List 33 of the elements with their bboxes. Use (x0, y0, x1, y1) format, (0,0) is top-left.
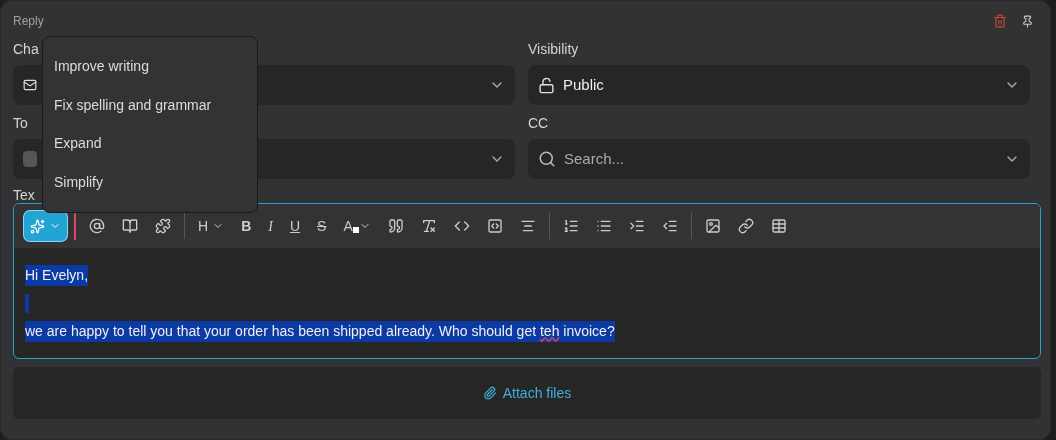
select-value: Public (563, 74, 604, 95)
attach-files-button[interactable]: Attach files (13, 367, 1041, 419)
recipient-chip (23, 151, 37, 167)
editor-paragraph: we are happy to tell you that your order has been shipped already. Who should get teh invoice? (25, 320, 615, 342)
editor-paragraph: Hi Evelyn, (25, 264, 89, 286)
heading-button[interactable]: H (192, 212, 231, 240)
field-label: Visibility (528, 40, 580, 59)
sparkle-icon (30, 218, 45, 234)
field-label: CC (528, 114, 550, 133)
format-button[interactable]: S (311, 212, 333, 240)
select-field[interactable]: Public (528, 65, 1030, 105)
ai-button[interactable] (24, 211, 67, 241)
unlock-icon (538, 76, 555, 94)
field-label: Cha (13, 40, 40, 59)
menu-item[interactable]: Simplify (43, 163, 257, 202)
pin-icon[interactable] (1021, 14, 1034, 28)
menu-item[interactable]: Fix spelling and grammar (43, 85, 257, 125)
format-button[interactable]: U (283, 212, 307, 240)
format-button[interactable]: B (235, 212, 258, 240)
search-placeholder: Search... (564, 148, 625, 169)
text-color-button[interactable]: A (337, 212, 377, 240)
search-field[interactable]: Search... (528, 139, 1030, 179)
paperclip-icon (482, 386, 497, 400)
menu-item[interactable]: Improve writing (43, 47, 257, 86)
menu-item[interactable]: Expand (43, 124, 257, 164)
delete-icon[interactable] (993, 14, 1007, 28)
field-label: Tex (13, 186, 36, 205)
panel-title: Reply (13, 13, 44, 30)
format-button[interactable]: I (262, 212, 279, 240)
mail-icon (23, 78, 37, 92)
search-icon (538, 150, 556, 168)
text-editor[interactable]: H B I U S A Hi Evelyn, we are happy to tell you that your order has been shipped already. Who should get teh invoice? (13, 203, 1041, 359)
field-label: To (13, 114, 29, 133)
